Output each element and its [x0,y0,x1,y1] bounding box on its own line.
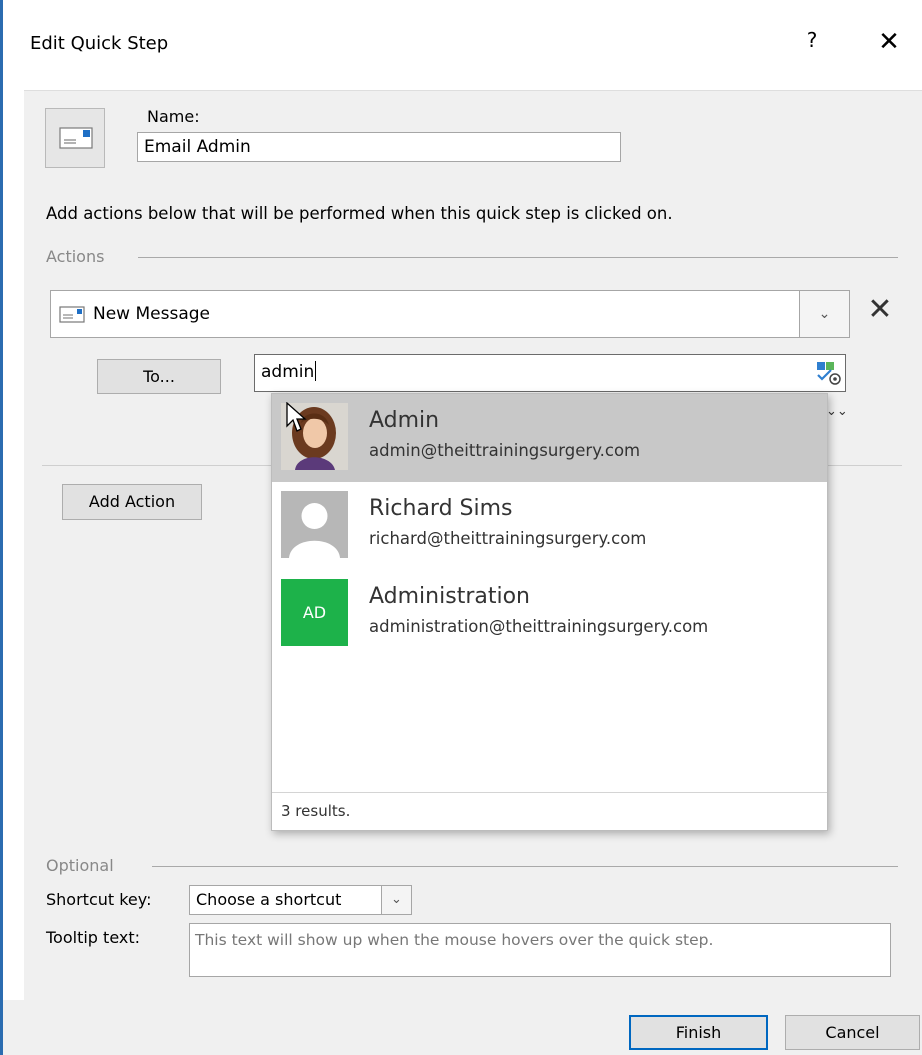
name-label: Name: [147,107,200,126]
contact-name: Admin [369,408,440,433]
new-message-icon [59,306,85,323]
actions-section-label: Actions [46,247,105,266]
action-type-select[interactable]: New Message ⌄ [50,290,850,338]
contact-name: Richard Sims [369,496,513,521]
window-left-border [0,0,3,1055]
shortcut-key-select[interactable]: Choose a shortcut ⌄ [189,885,412,915]
to-field-value: admin [261,361,317,382]
finish-button[interactable]: Finish [629,1015,768,1050]
text-caret [315,361,317,381]
contact-name: Administration [369,584,530,609]
optional-divider [152,866,898,867]
to-button[interactable]: To... [97,359,221,394]
to-field[interactable]: admin [254,354,846,392]
help-button[interactable]: ? [800,28,824,58]
avatar-placeholder [281,491,348,558]
instructions-text: Add actions below that will be performed… [46,204,673,223]
optional-section-label: Optional [46,856,114,875]
avatar-initials: AD [281,579,348,646]
envelope-icon [59,127,93,149]
results-count: 3 results. [281,802,351,820]
action-type-value: New Message [93,304,210,324]
delete-action-button[interactable]: ✕ [862,292,898,328]
add-action-button[interactable]: Add Action [62,484,202,520]
check-names-icon[interactable] [815,360,843,386]
shortcut-key-label: Shortcut key: [46,890,152,909]
shortcut-key-value: Choose a shortcut [196,890,342,909]
dialog-title: Edit Quick Step [30,33,169,54]
mouse-pointer-icon [286,402,307,432]
double-chevron-down-icon[interactable]: ⌄⌄ [826,404,848,419]
chevron-down-icon[interactable]: ⌄ [799,291,849,337]
tooltip-text-input[interactable]: This text will show up when the mouse ho… [189,923,891,977]
quick-step-icon-button[interactable] [45,108,105,168]
tooltip-text-label: Tooltip text: [46,928,141,947]
actions-divider [138,257,898,258]
contact-email: admin@theittrainingsurgery.com [369,441,641,460]
contact-email: administration@theittrainingsurgery.com [369,617,709,636]
autocomplete-item-administration[interactable]: AD Administration administration@theittr… [272,570,827,658]
results-divider [272,792,827,793]
autocomplete-dropdown: Admin admin@theittrainingsurgery.com Ric… [271,393,828,831]
name-input[interactable]: Email Admin [137,132,621,162]
close-button[interactable]: ✕ [871,24,907,60]
chevron-down-icon[interactable]: ⌄ [381,886,411,914]
cancel-button[interactable]: Cancel [785,1015,920,1050]
title-bar: Edit Quick Step ? ✕ [3,0,922,90]
autocomplete-item-richard-sims[interactable]: Richard Sims richard@theittrainingsurger… [272,482,827,570]
contact-email: richard@theittrainingsurgery.com [369,529,647,548]
autocomplete-item-admin[interactable]: Admin admin@theittrainingsurgery.com [272,394,827,482]
